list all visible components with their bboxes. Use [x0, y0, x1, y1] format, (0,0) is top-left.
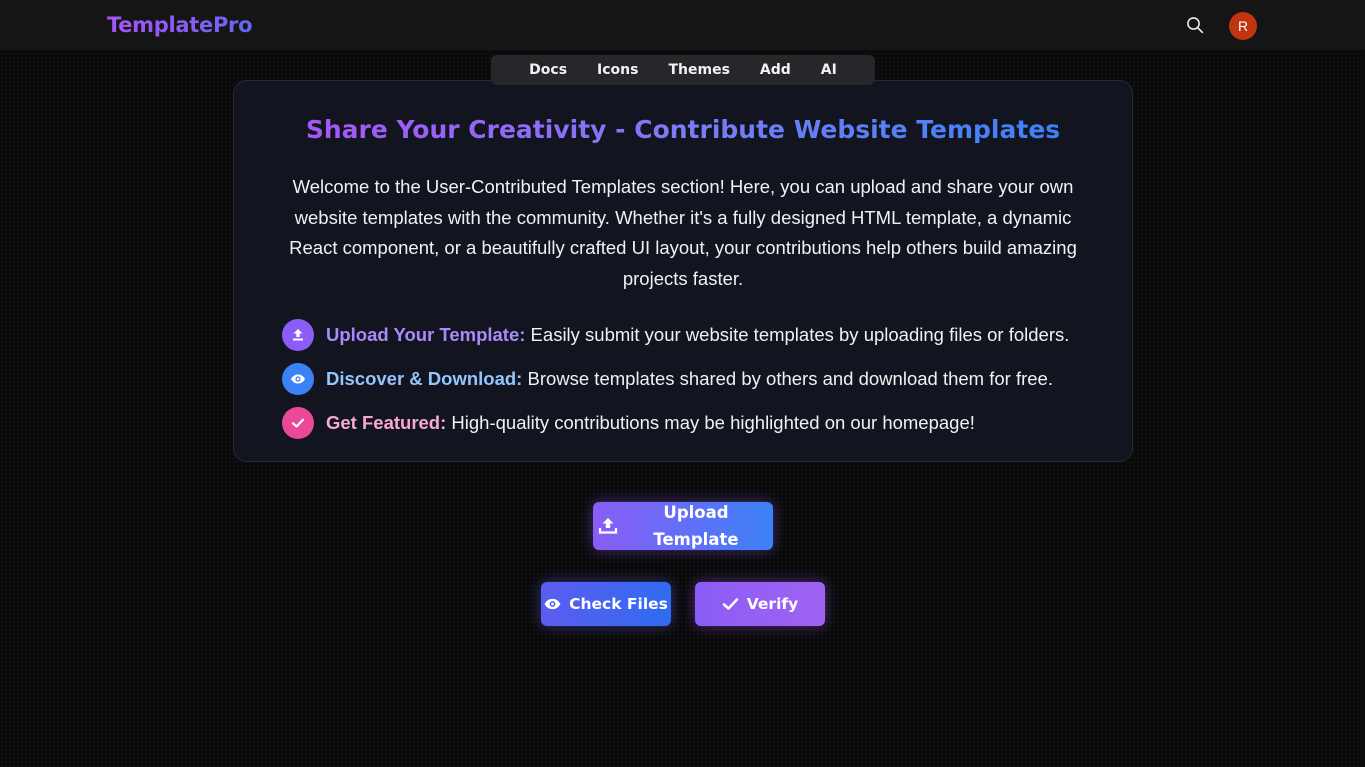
feature-description: High-quality contributions may be highli…	[446, 412, 975, 433]
check-icon	[722, 598, 739, 610]
verify-button[interactable]: Verify	[695, 582, 825, 626]
feature-featured-text: Get Featured: High-quality contributions…	[326, 412, 975, 434]
feature-description: Easily submit your website templates by …	[525, 324, 1070, 345]
page-title-text: Share Your Creativity - Contribute Websi…	[305, 115, 1061, 144]
check-icon	[282, 407, 314, 439]
nav-item-themes[interactable]: Themes	[653, 62, 744, 78]
upload-icon	[282, 319, 314, 351]
check-files-button[interactable]: Check Files	[541, 582, 671, 626]
feature-discover-text: Discover & Download: Browse templates sh…	[326, 368, 1053, 390]
main-nav: Docs Icons Themes Add AI	[491, 55, 875, 85]
feature-list: Upload Your Template: Easily submit your…	[282, 313, 1122, 445]
upload-template-button[interactable]: Upload Template	[593, 502, 773, 550]
feature-featured: Get Featured: High-quality contributions…	[282, 401, 1122, 445]
nav-item-ai[interactable]: AI	[806, 62, 852, 78]
feature-discover: Discover & Download: Browse templates sh…	[282, 357, 1122, 401]
page-title: Share Your Creativity - Contribute Websi…	[234, 115, 1132, 144]
nav-item-icons[interactable]: Icons	[582, 62, 653, 78]
logo[interactable]: TemplatePro	[107, 13, 253, 37]
nav-item-add[interactable]: Add	[745, 62, 806, 78]
search-icon[interactable]	[1184, 14, 1206, 36]
feature-label: Get Featured:	[326, 412, 447, 433]
nav-item-docs[interactable]: Docs	[514, 62, 582, 78]
verify-label: Verify	[746, 595, 799, 613]
contribute-card: Share Your Creativity - Contribute Websi…	[233, 80, 1133, 462]
check-files-label: Check Files	[569, 595, 668, 613]
eye-icon	[282, 363, 314, 395]
feature-label: Upload Your Template:	[326, 324, 526, 345]
feature-upload: Upload Your Template: Easily submit your…	[282, 313, 1122, 357]
eye-icon	[544, 598, 561, 610]
upload-template-label: Upload Template	[653, 503, 739, 549]
top-navbar: TemplatePro R	[0, 0, 1365, 50]
upload-icon	[598, 517, 618, 540]
intro-text: Welcome to the User-Contributed Template…	[289, 176, 1077, 289]
feature-upload-text: Upload Your Template: Easily submit your…	[326, 324, 1069, 346]
feature-label: Discover & Download:	[326, 368, 523, 389]
avatar[interactable]: R	[1229, 12, 1257, 40]
feature-description: Browse templates shared by others and do…	[522, 368, 1053, 389]
